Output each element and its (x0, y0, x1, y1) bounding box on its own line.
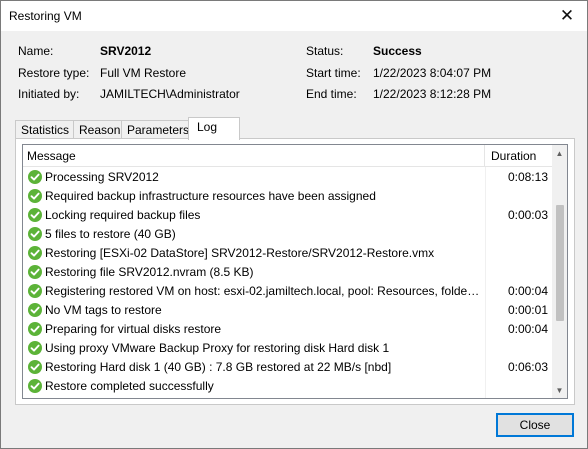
log-duration: 0:00:04 (507, 322, 548, 336)
restore-type-value: Full VM Restore (100, 66, 187, 80)
log-message: Preparing for virtual disks restore (45, 322, 222, 336)
start-time-value: 1/22/2023 8:04:07 PM (373, 66, 492, 80)
tab-log[interactable]: Log (188, 117, 240, 140)
success-check-icon (28, 341, 42, 355)
status-label: Status: (306, 44, 344, 58)
success-check-icon (28, 170, 42, 184)
scroll-up-icon[interactable]: ▲ (552, 145, 567, 161)
success-check-icon (28, 284, 42, 298)
log-row[interactable]: Preparing for virtual disks restore 0:00:… (23, 320, 552, 339)
close-button[interactable]: Close (496, 413, 574, 437)
log-duration: 0:00:01 (507, 303, 548, 317)
log-message: Registering restored VM on host: esxi-02… (45, 284, 482, 298)
log-row[interactable]: No VM tags to restore 0:00:01 (23, 301, 552, 320)
log-message: Using proxy VMware Backup Proxy for rest… (45, 341, 390, 355)
name-value: SRV2012 (100, 44, 152, 58)
success-check-icon (28, 246, 42, 260)
log-row[interactable]: Restoring file SRV2012.nvram (8.5 KB) (23, 263, 552, 282)
log-message: 5 files to restore (40 GB) (45, 227, 176, 241)
log-row[interactable]: Restore completed successfully (23, 377, 552, 396)
initiated-by-label: Initiated by: (18, 87, 80, 101)
column-header-duration[interactable]: Duration (486, 145, 552, 167)
success-check-icon (28, 303, 42, 317)
log-row[interactable]: 5 files to restore (40 GB) (23, 225, 552, 244)
window-title: Restoring VM (9, 9, 82, 23)
tab-parameters[interactable]: Parameters (121, 120, 189, 139)
log-row[interactable]: Registering restored VM on host: esxi-02… (23, 282, 552, 301)
log-message: Required backup infrastructure resources… (45, 189, 376, 203)
end-time-label: End time: (306, 87, 357, 101)
log-row[interactable]: Restoring Hard disk 1 (40 GB) : 7.8 GB r… (23, 358, 552, 377)
log-message: Restoring [ESXi-02 DataStore] SRV2012-Re… (45, 246, 435, 260)
log-row[interactable]: Using proxy VMware Backup Proxy for rest… (23, 339, 552, 358)
end-time-value: 1/22/2023 8:12:28 PM (373, 87, 492, 101)
log-header: Message Duration (23, 145, 552, 167)
log-message: Restoring Hard disk 1 (40 GB) : 7.8 GB r… (45, 360, 392, 374)
tab-statistics[interactable]: Statistics (15, 120, 74, 139)
success-check-icon (28, 189, 42, 203)
log-duration: 0:00:04 (507, 284, 548, 298)
column-header-message[interactable]: Message (23, 145, 485, 167)
log-message: Processing SRV2012 (45, 170, 159, 184)
log-duration: 0:00:03 (507, 208, 548, 222)
success-check-icon (28, 360, 42, 374)
success-check-icon (28, 322, 42, 336)
title-bar: Restoring VM ✕ (1, 1, 587, 31)
success-check-icon (28, 227, 42, 241)
log-message: Restore completed successfully (45, 379, 214, 393)
log-duration: 0:08:13 (507, 170, 548, 184)
status-value: Success (373, 44, 422, 58)
log-row[interactable]: Restoring [ESXi-02 DataStore] SRV2012-Re… (23, 244, 552, 263)
initiated-by-value: JAMILTECH\Administrator (100, 87, 240, 101)
scrollbar-thumb[interactable] (556, 205, 564, 321)
log-message: No VM tags to restore (45, 303, 162, 317)
tab-reason[interactable]: Reason (73, 120, 122, 139)
restoring-vm-dialog: Restoring VM ✕ Name: SRV2012 Restore typ… (0, 0, 588, 449)
log-row[interactable]: Locking required backup files 0:00:03 (23, 206, 552, 225)
close-window-icon[interactable]: ✕ (547, 1, 587, 31)
log-message: Restoring file SRV2012.nvram (8.5 KB) (45, 265, 254, 279)
log-message: Locking required backup files (45, 208, 201, 222)
log-row[interactable]: Required backup infrastructure resources… (23, 187, 552, 206)
vertical-scrollbar[interactable]: ▲ ▼ (552, 145, 567, 398)
start-time-label: Start time: (306, 66, 361, 80)
log-row[interactable]: Processing SRV2012 0:08:13 (23, 168, 552, 187)
log-list[interactable]: Message Duration Processing SRV2012 0:08:… (22, 144, 568, 399)
scroll-down-icon[interactable]: ▼ (552, 382, 567, 398)
success-check-icon (28, 208, 42, 222)
success-check-icon (28, 265, 42, 279)
name-label: Name: (18, 44, 54, 58)
success-check-icon (28, 379, 42, 393)
log-tab-panel: Message Duration Processing SRV2012 0:08:… (15, 138, 575, 405)
restore-type-label: Restore type: (18, 66, 90, 80)
log-duration: 0:06:03 (507, 360, 548, 374)
